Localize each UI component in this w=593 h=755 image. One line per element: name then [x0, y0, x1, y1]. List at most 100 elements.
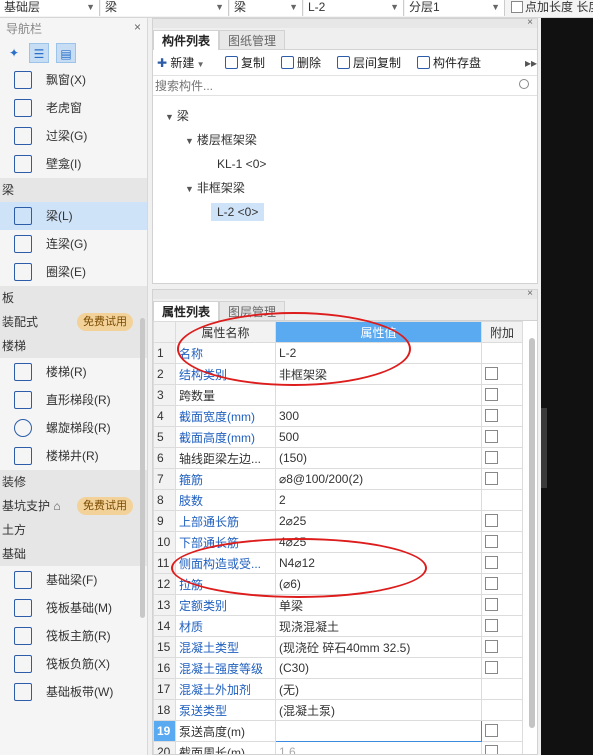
extra-checkbox[interactable]	[485, 367, 498, 380]
floor-copy-button[interactable]: 层间复制	[337, 55, 401, 71]
nav-item-spiral-flight[interactable]: 螺旋梯段(R)	[0, 414, 147, 442]
more-icon[interactable]: ▸▸	[525, 55, 537, 71]
property-value[interactable]: 1.6	[275, 741, 482, 754]
nav-category-stairs[interactable]: 楼梯	[0, 334, 147, 358]
nav-item-raft-foundation[interactable]: 筏板基础(M)	[0, 594, 147, 622]
nav-item-lintel[interactable]: 过梁(G)	[0, 122, 147, 150]
property-value[interactable]: 2⌀25	[275, 510, 482, 532]
tree-node-nonframe-beam[interactable]: ▼ 非框架梁	[185, 179, 245, 198]
nav-item-foundation-beam[interactable]: 基础梁(F)	[0, 566, 147, 594]
table-row[interactable]: 5 截面高度(mm) 500	[153, 426, 523, 448]
nav-item-foundation-strip[interactable]: 基础板带(W)	[0, 678, 147, 706]
nav-item-raft-neg-rebar[interactable]: 筏板负筋(X)	[0, 650, 147, 678]
table-row[interactable]: 3 跨数量	[153, 384, 523, 406]
extra-checkbox[interactable]	[485, 451, 498, 464]
type-select[interactable]: 梁 ▼	[230, 0, 303, 16]
extra-checkbox[interactable]	[485, 619, 498, 632]
component-search-input[interactable]	[155, 79, 495, 93]
table-row[interactable]: 20 截面周长(m) 1.6	[153, 741, 523, 754]
canvas-handle[interactable]	[541, 408, 547, 488]
extra-checkbox[interactable]	[485, 724, 498, 737]
tab-drawing-management[interactable]: 图纸管理	[219, 30, 286, 50]
property-value[interactable]: (无)	[275, 678, 482, 700]
nav-scrollbar[interactable]	[140, 318, 145, 618]
nav-item-ring-beam[interactable]: 圈梁(E)	[0, 258, 147, 286]
tree-item-kl-1[interactable]: KL-1 <0>	[217, 155, 266, 173]
add-length-checkbox[interactable]: 点加长度 长度	[511, 0, 593, 16]
nav-category-decoration[interactable]: 装修	[0, 470, 147, 494]
copy-button[interactable]: 复制	[225, 55, 265, 71]
property-value[interactable]: 现浇混凝土	[275, 615, 482, 637]
property-value[interactable]	[275, 720, 482, 742]
property-value[interactable]: (C30)	[275, 657, 482, 679]
nav-category-earthwork[interactable]: 土方	[0, 518, 147, 542]
extra-checkbox[interactable]	[485, 430, 498, 443]
extra-checkbox[interactable]	[485, 598, 498, 611]
nav-category-foundation[interactable]: 基础	[0, 542, 147, 566]
tree-node-frame-beam[interactable]: ▼ 楼层框架梁	[185, 131, 257, 150]
new-button[interactable]: ✚ 新建 ▼	[157, 55, 205, 71]
nav-item-bay-window[interactable]: 飘窗(X)	[0, 66, 147, 94]
category-select[interactable]: 梁 ▼	[101, 0, 229, 16]
layer-select[interactable]: 分层1 ▼	[405, 0, 505, 16]
extra-checkbox[interactable]	[485, 577, 498, 590]
close-icon[interactable]: ×	[134, 20, 141, 34]
property-scrollbar[interactable]	[529, 338, 535, 728]
nav-item-straight-flight[interactable]: 直形梯段(R)	[0, 386, 147, 414]
property-value[interactable]: (150)	[275, 447, 482, 469]
property-value[interactable]: (现浇砼 碎石40mm 32.5)	[275, 636, 482, 658]
tab-property-list[interactable]: 属性列表	[153, 301, 220, 321]
delete-button[interactable]: 删除	[281, 55, 321, 71]
nav-category-slab[interactable]: 板	[0, 286, 147, 310]
table-row[interactable]: 7 箍筋 ⌀8@100/200(2)	[153, 468, 523, 490]
table-row[interactable]: 17 混凝土外加剂 (无)	[153, 678, 523, 700]
nav-category-prefab[interactable]: 装配式 免费试用	[0, 310, 147, 334]
extra-checkbox[interactable]	[485, 388, 498, 401]
table-row[interactable]: 9 上部通长筋 2⌀25	[153, 510, 523, 532]
tree-item-l-2[interactable]: L-2 <0>	[211, 203, 265, 221]
detail-view-icon[interactable]: ▤	[56, 43, 76, 63]
extra-checkbox[interactable]	[485, 514, 498, 527]
nav-item-coupling-beam[interactable]: 连梁(G)	[0, 230, 147, 258]
property-value[interactable]: (混凝土泵)	[275, 699, 482, 721]
close-icon[interactable]: ×	[527, 17, 533, 28]
nav-item-stairwell[interactable]: 楼梯井(R)	[0, 442, 147, 470]
save-component-button[interactable]: 构件存盘	[417, 55, 481, 71]
component-select[interactable]: L-2 ▼	[304, 0, 404, 16]
property-value[interactable]: 300	[275, 405, 482, 427]
property-value[interactable]: 500	[275, 426, 482, 448]
extra-checkbox[interactable]	[485, 661, 498, 674]
tree-node-beam[interactable]: ▼ 梁	[165, 107, 189, 126]
nav-item-dormer[interactable]: 老虎窗	[0, 94, 147, 122]
extra-checkbox[interactable]	[485, 556, 498, 569]
nav-item-stair[interactable]: 楼梯(R)	[0, 358, 147, 386]
extra-checkbox[interactable]	[485, 409, 498, 422]
nav-category-pit-support[interactable]: 基坑支护 ⌂ 免费试用	[0, 494, 147, 518]
table-row[interactable]: 6 轴线距梁左边... (150)	[153, 447, 523, 469]
nav-item-raft-main-rebar[interactable]: 筏板主筋(R)	[0, 622, 147, 650]
search-icon[interactable]	[519, 79, 529, 89]
extra-checkbox[interactable]	[485, 535, 498, 548]
table-row[interactable]: 18 泵送类型 (混凝土泵)	[153, 699, 523, 721]
property-value[interactable]: 2	[275, 489, 482, 511]
nav-category-beam[interactable]: 梁	[0, 178, 147, 202]
table-row[interactable]: 4 截面宽度(mm) 300	[153, 405, 523, 427]
close-icon[interactable]: ×	[527, 290, 533, 299]
property-value[interactable]	[275, 384, 482, 406]
extra-checkbox[interactable]	[485, 745, 498, 754]
free-trial-badge[interactable]: 免费试用	[77, 497, 133, 515]
table-row[interactable]: 16 混凝土强度等级 (C30)	[153, 657, 523, 679]
list-view-icon[interactable]: ☰	[29, 43, 49, 63]
sparkle-icon[interactable]: ✦	[4, 43, 24, 63]
table-row[interactable]: 8 肢数 2	[153, 489, 523, 511]
extra-checkbox[interactable]	[485, 472, 498, 485]
nav-item-niche[interactable]: 壁龛(I)	[0, 150, 147, 178]
nav-item-beam[interactable]: 梁(L)	[0, 202, 147, 230]
floor-select[interactable]: 基础层 ▼	[0, 0, 100, 16]
tab-component-list[interactable]: 构件列表	[153, 30, 220, 50]
extra-checkbox[interactable]	[485, 640, 498, 653]
table-row[interactable]: 15 混凝土类型 (现浇砼 碎石40mm 32.5)	[153, 636, 523, 658]
property-value[interactable]: ⌀8@100/200(2)	[275, 468, 482, 490]
table-row[interactable]: 19 泵送高度(m)	[153, 720, 523, 742]
free-trial-badge[interactable]: 免费试用	[77, 313, 133, 331]
